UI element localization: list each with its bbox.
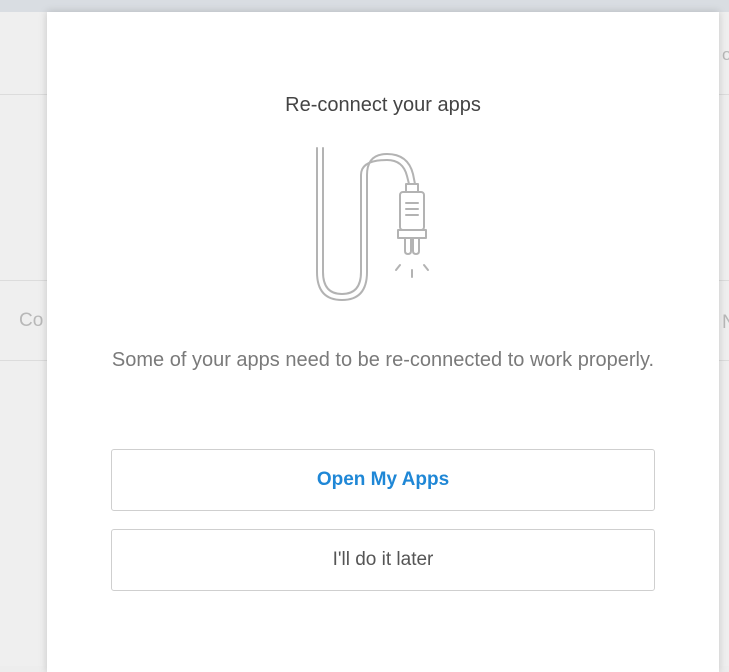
dialog-message: Some of your apps need to be re-connecte… (111, 349, 655, 371)
dialog-title: Re-connect your apps (285, 94, 481, 116)
background-text-fragment: o (722, 45, 729, 64)
top-bar (0, 0, 729, 12)
do-it-later-button[interactable]: I'll do it later (111, 529, 655, 591)
background-text-fragment: Co (19, 310, 44, 331)
do-it-later-label: I'll do it later (332, 549, 434, 570)
background-text-fragment: N (722, 312, 729, 333)
unplugged-cable-icon (316, 147, 429, 301)
open-my-apps-button[interactable]: Open My Apps (111, 449, 655, 511)
reconnect-apps-dialog: Re-connect your apps Some of your apps n… (47, 12, 719, 672)
open-my-apps-label: Open My Apps (316, 469, 450, 490)
